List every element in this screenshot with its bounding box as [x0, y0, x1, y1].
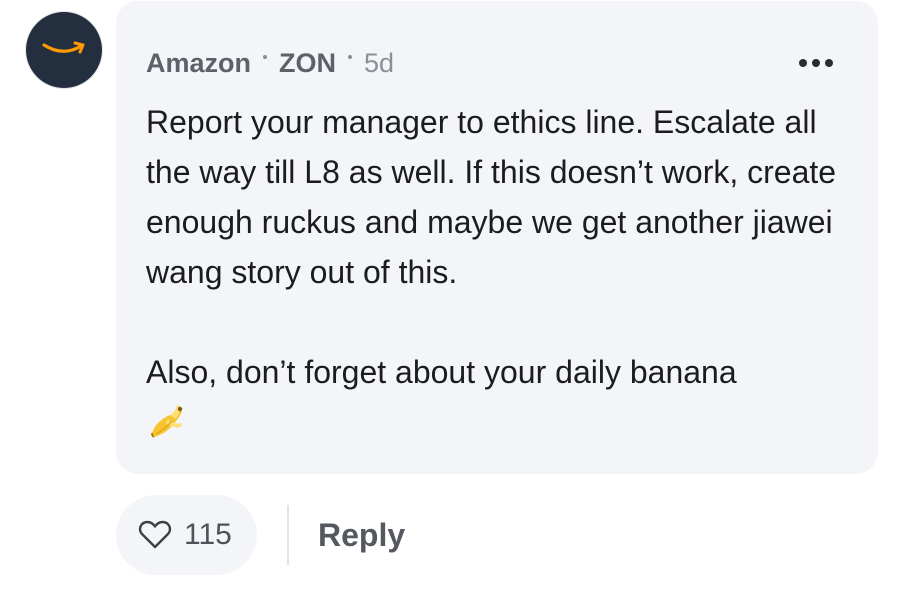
heart-outline-icon — [138, 520, 172, 549]
ellipsis-icon[interactable] — [798, 55, 834, 71]
meta-separator — [263, 55, 268, 59]
comment-meta: Amazon ZON 5d — [146, 45, 394, 81]
like-count: 115 — [184, 518, 232, 551]
avatar[interactable] — [26, 12, 102, 88]
comment-card: Amazon ZON 5d Report your manager to eth… — [0, 0, 901, 592]
like-button[interactable]: 115 — [116, 495, 257, 575]
amazon-smile-icon — [42, 41, 85, 54]
username[interactable]: ZON — [279, 45, 336, 81]
comment-paragraph-1: Report your manager to ethics line. Esca… — [146, 104, 837, 290]
comment-paragraph-2: Also, don’t forget about your daily bana… — [146, 354, 737, 390]
meta-separator — [348, 55, 353, 59]
banana-emoji-icon — [151, 405, 183, 438]
comment-age: 5d — [364, 48, 395, 78]
comment-bubble: Amazon ZON 5d Report your manager to eth… — [116, 1, 878, 474]
company-name[interactable]: Amazon — [146, 45, 251, 81]
action-divider — [287, 505, 289, 565]
reply-button[interactable]: Reply — [318, 514, 405, 556]
comment-body: Report your manager to ethics line. Esca… — [146, 97, 856, 443]
